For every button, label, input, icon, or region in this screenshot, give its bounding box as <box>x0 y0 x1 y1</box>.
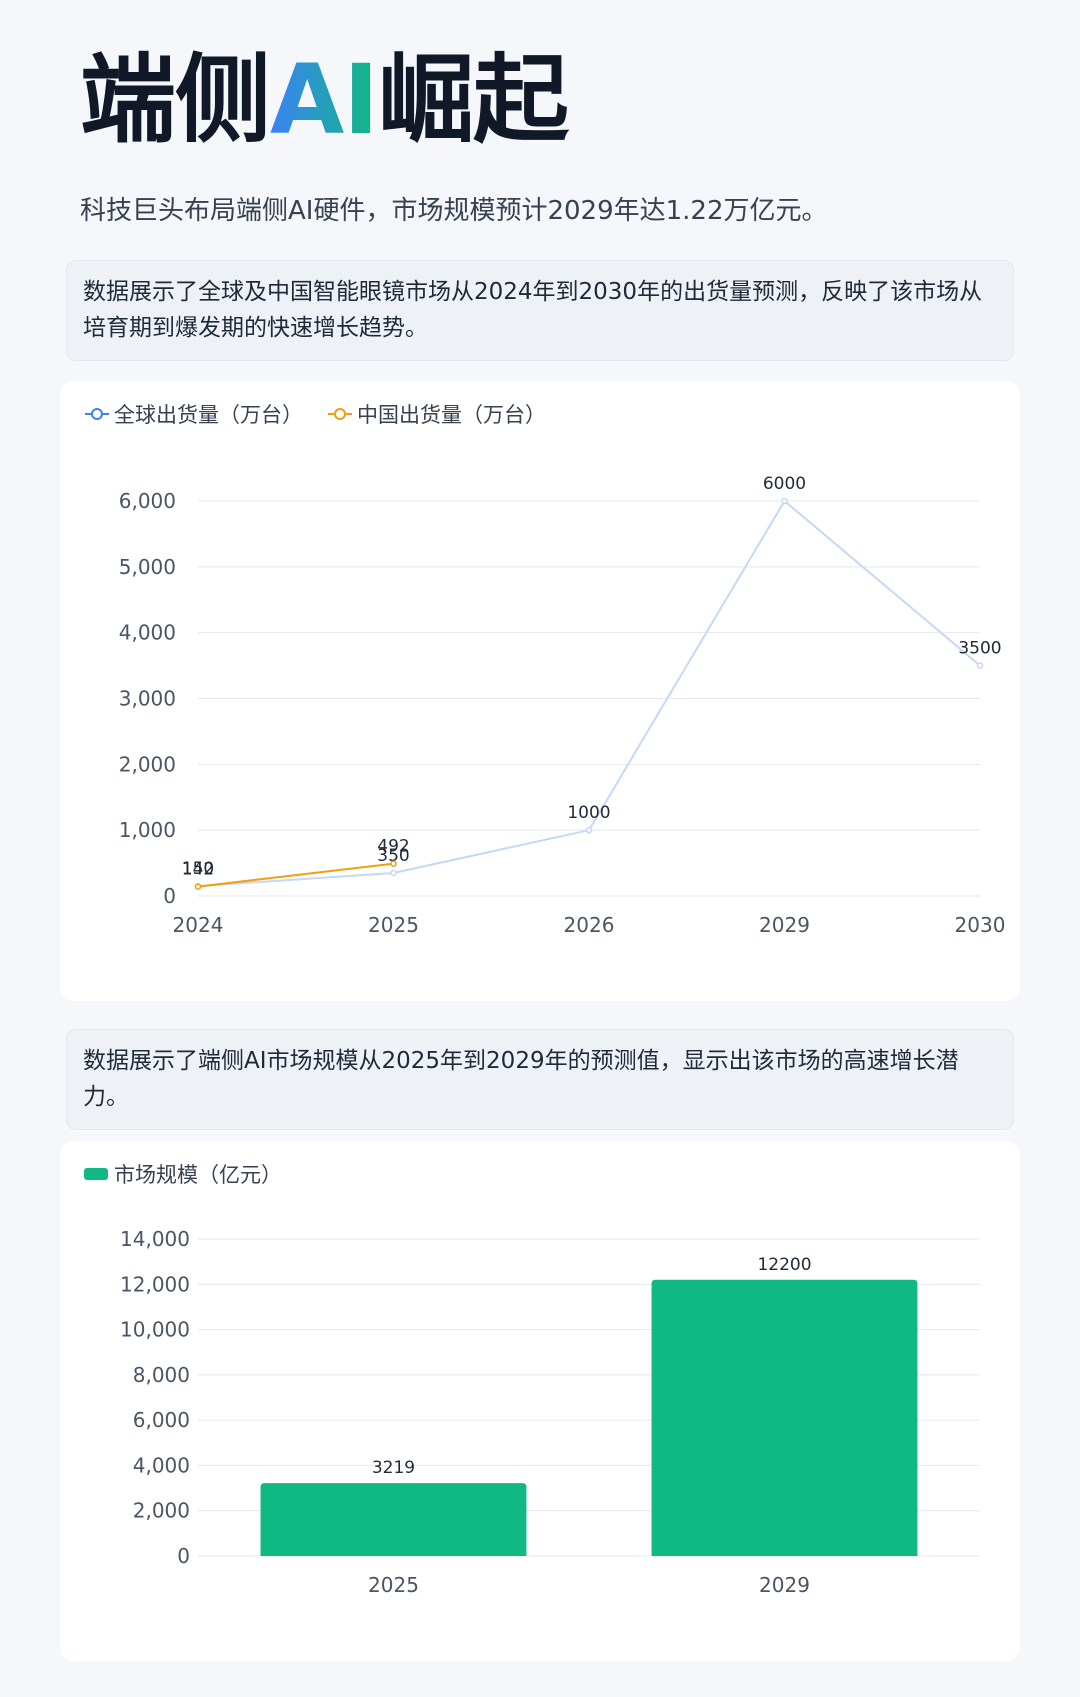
y-tick-label: 10,000 <box>120 1318 190 1342</box>
x-tick-label: 2030 <box>955 913 1006 937</box>
y-tick-label: 6,000 <box>133 1408 190 1432</box>
x-tick-label: 2025 <box>368 1573 419 1597</box>
data-label: 142 <box>182 860 214 880</box>
x-tick-label: 2024 <box>173 913 224 937</box>
bar-chart-card: 市场规模（亿元） 0 2,000 4,000 6,000 8,000 10,000 12,0… <box>60 1141 1020 1661</box>
title-suffix: 崛起 <box>378 44 569 156</box>
page-subtitle: 科技巨头布局端侧AI硬件，市场规模预计2029年达1.22万亿元。 <box>80 196 828 226</box>
x-tick-label: 2025 <box>368 913 419 937</box>
data-point <box>585 826 593 834</box>
data-point <box>390 860 397 867</box>
y-tick-label: 2,000 <box>133 1499 190 1523</box>
x-tick-label: 2026 <box>564 913 615 937</box>
data-label: 3500 <box>958 639 1001 659</box>
data-point <box>781 497 788 505</box>
data-point <box>390 869 397 877</box>
line-chart-plot: 0 1,000 2,000 3,000 4,000 5,000 6,000 2024 2025 2… <box>119 474 1006 937</box>
data-label: 3219 <box>372 1458 415 1478</box>
line-chart-card: 全球出货量（万台） 中国出货量（万台） 0 1,000 2,000 3,000 4,00… <box>60 381 1020 1001</box>
y-tick-label: 0 <box>163 884 176 908</box>
y-tick-label: 5,000 <box>119 555 176 579</box>
x-tick-label: 2029 <box>759 1573 810 1597</box>
data-label: 6000 <box>763 474 806 494</box>
data-label: 492 <box>377 837 409 857</box>
page-title: 端侧AI崛起 <box>80 52 569 148</box>
x-tick-label: 2029 <box>759 913 810 937</box>
bar-chart-plot: 0 2,000 4,000 6,000 8,000 10,000 12,000 14,000 3… <box>120 1227 980 1597</box>
title-prefix: 端侧 <box>80 44 271 156</box>
y-tick-label: 2,000 <box>119 752 176 776</box>
y-tick-label: 0 <box>177 1544 190 1568</box>
line-chart-description: 数据展示了全球及中国智能眼镜市场从2024年到2030年的出货量预测，反映了该市… <box>66 260 1014 362</box>
y-tick-label: 6,000 <box>119 489 176 513</box>
y-tick-label: 3,000 <box>119 687 176 711</box>
y-tick-label: 14,000 <box>120 1227 190 1251</box>
bar <box>651 1279 918 1556</box>
data-point <box>194 883 202 890</box>
y-tick-label: 1,000 <box>119 818 176 842</box>
y-tick-label: 12,000 <box>120 1272 190 1296</box>
data-label: 1000 <box>567 803 610 823</box>
title-accent: AI <box>270 44 379 156</box>
data-point <box>976 662 984 669</box>
y-tick-label: 4,000 <box>119 621 176 645</box>
y-tick-label: 8,000 <box>133 1363 190 1387</box>
y-tick-label: 4,000 <box>133 1453 190 1477</box>
bar-chart-description: 数据展示了端侧AI市场规模从2025年到2029年的预测值，显示出该市场的高速增… <box>66 1029 1014 1131</box>
data-label: 12200 <box>757 1255 811 1275</box>
bar <box>260 1483 527 1556</box>
